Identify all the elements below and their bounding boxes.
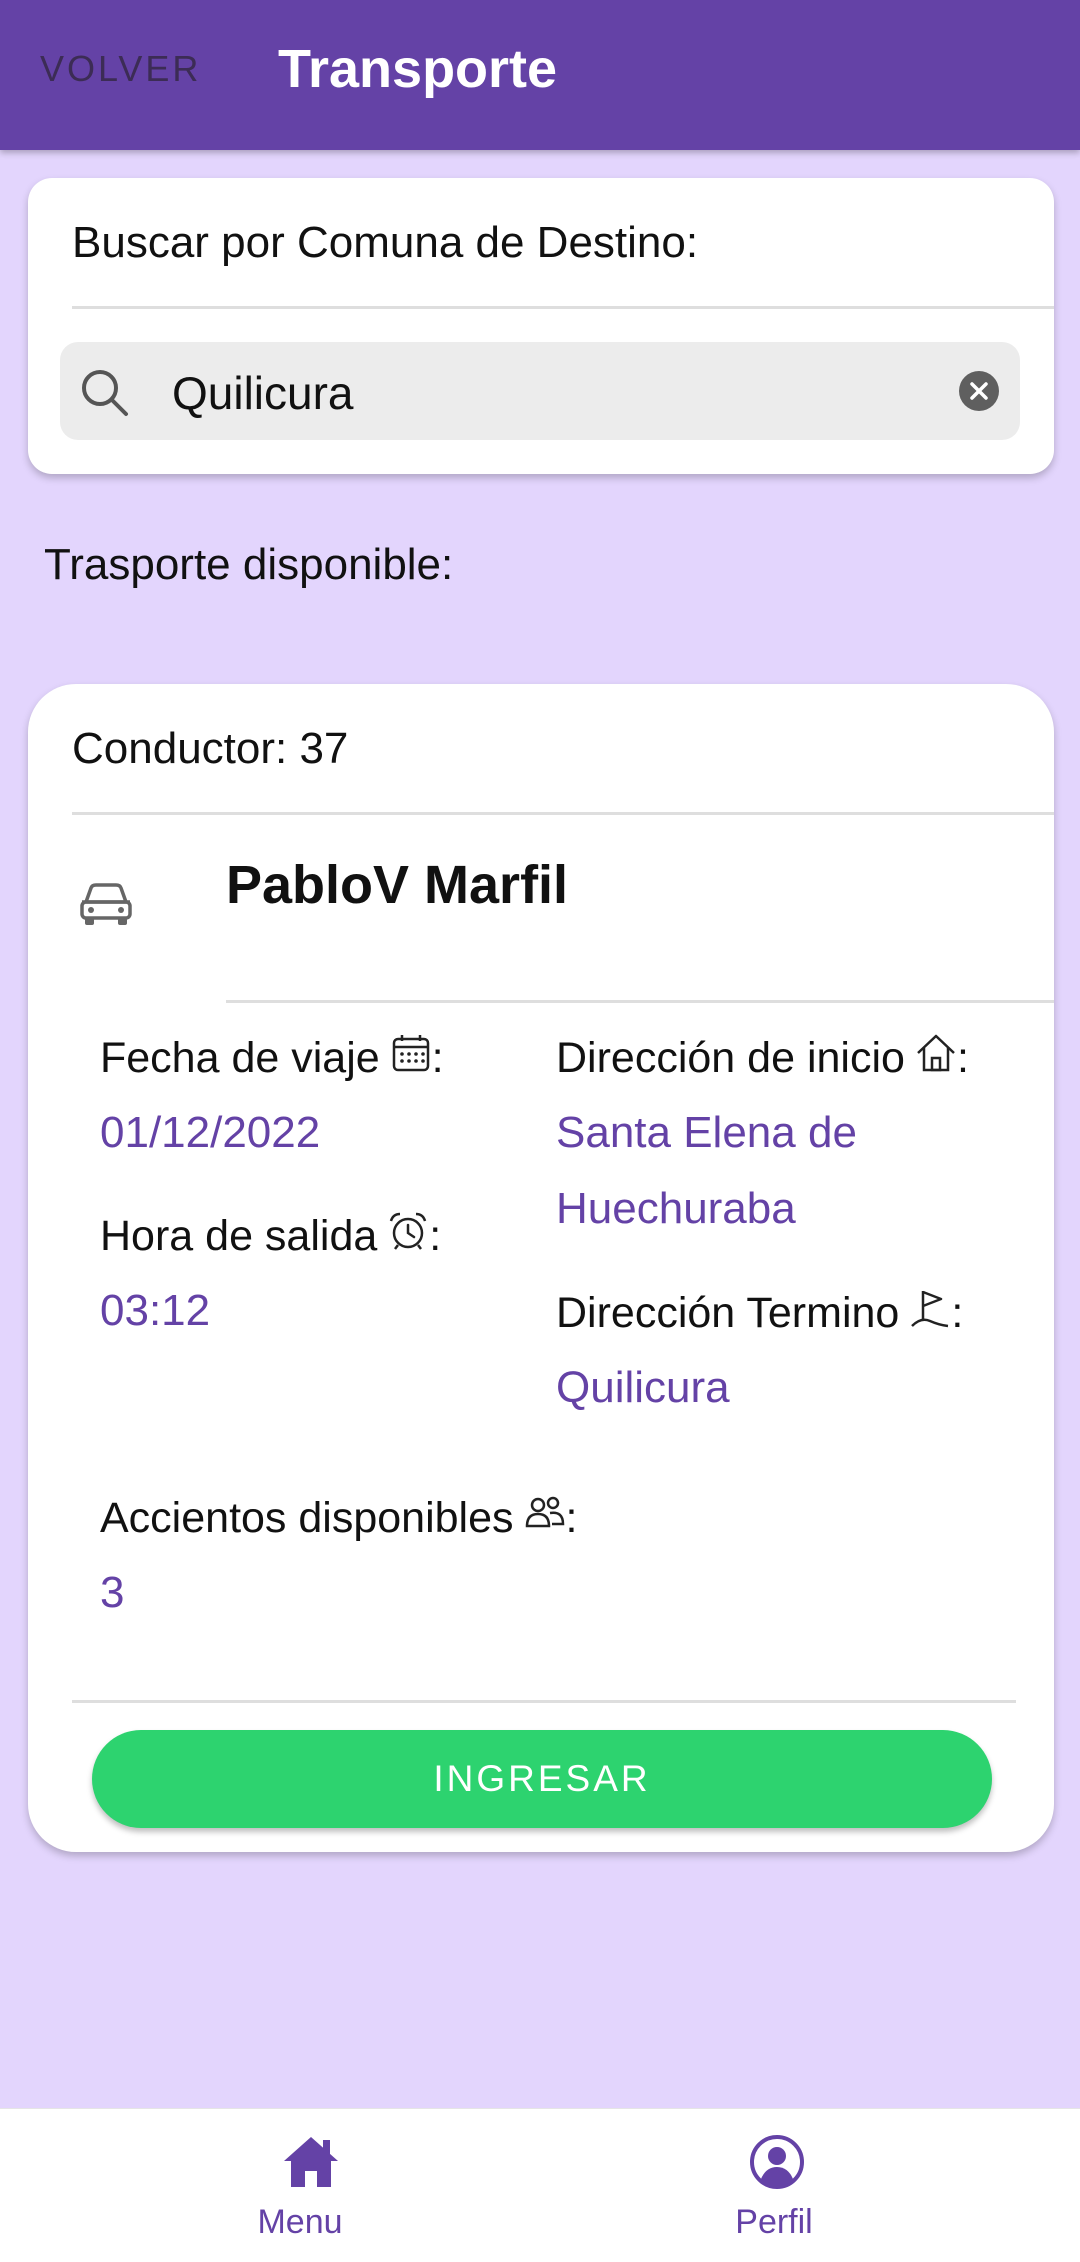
- travel-date-value: 01/12/2022: [100, 1108, 321, 1157]
- seats-value: 3: [100, 1568, 125, 1617]
- search-label: Buscar por Comuna de Destino:: [72, 218, 699, 267]
- colon: :: [429, 1212, 442, 1260]
- app-header: VOLVER Transporte: [0, 0, 1080, 150]
- flag-icon: [911, 1290, 949, 1327]
- start-address-label: Dirección de inicio: [556, 1034, 905, 1082]
- end-address-value: Quilicura: [556, 1363, 730, 1412]
- departure-time-value: 03:12: [100, 1286, 211, 1335]
- divider: [226, 1000, 1054, 1003]
- departure-time-label: Hora de salida: [100, 1212, 378, 1260]
- calendar-icon: [392, 1034, 429, 1071]
- start-address-value: Santa Elena de Huechuraba: [556, 1108, 857, 1233]
- travel-date-label: Fecha de viaje: [100, 1034, 380, 1082]
- end-address-field: Dirección Termino : Quilicura: [556, 1289, 963, 1426]
- end-address-label: Dirección Termino: [556, 1289, 900, 1337]
- tab-perfil-label: Perfil: [735, 2203, 813, 2241]
- seats-field: Accientos disponibles : 3: [100, 1494, 577, 1631]
- tab-menu[interactable]: Menu: [40, 2109, 580, 2262]
- home-icon: [917, 1034, 955, 1071]
- home-icon: [284, 2137, 338, 2187]
- departure-time-field: Hora de salida : 03:12: [100, 1212, 441, 1349]
- tab-bar: Menu Perfil: [0, 2108, 1080, 2262]
- colon: :: [431, 1034, 444, 1082]
- search-value: Quilicura: [172, 367, 354, 419]
- colon: :: [956, 1034, 969, 1082]
- seats-label: Accientos disponibles: [100, 1494, 514, 1542]
- alarm-clock-icon: [390, 1212, 427, 1250]
- back-button[interactable]: VOLVER: [40, 48, 201, 90]
- start-address-field: Dirección de inicio : Santa Elena de Hue…: [556, 1034, 1016, 1247]
- driver-label: Conductor: 37: [72, 724, 349, 773]
- divider: [72, 1700, 1016, 1703]
- divider: [72, 306, 1054, 309]
- tab-perfil[interactable]: Perfil: [504, 2109, 1044, 2262]
- divider: [72, 812, 1054, 815]
- travel-date-field: Fecha de viaje : 01/12/2022: [100, 1034, 444, 1171]
- join-button[interactable]: INGRESAR: [92, 1730, 992, 1828]
- page-title: Transporte: [278, 39, 558, 99]
- person-circle-icon: [750, 2135, 804, 2189]
- section-label: Trasporte disponible:: [44, 540, 454, 589]
- search-card: Buscar por Comuna de Destino: Quilicura: [28, 178, 1054, 474]
- search-icon: [82, 370, 128, 416]
- people-icon: [525, 1496, 564, 1527]
- search-input[interactable]: Quilicura: [60, 342, 1020, 440]
- driver-name: PabloV Marfil: [226, 855, 569, 915]
- colon: :: [565, 1494, 578, 1542]
- close-circle-icon[interactable]: [958, 370, 1000, 412]
- car-icon: [80, 883, 132, 925]
- tab-menu-label: Menu: [257, 2203, 343, 2241]
- colon: :: [951, 1289, 964, 1337]
- ride-card: Conductor: 37 PabloV Marfil Fecha de via…: [28, 684, 1054, 1852]
